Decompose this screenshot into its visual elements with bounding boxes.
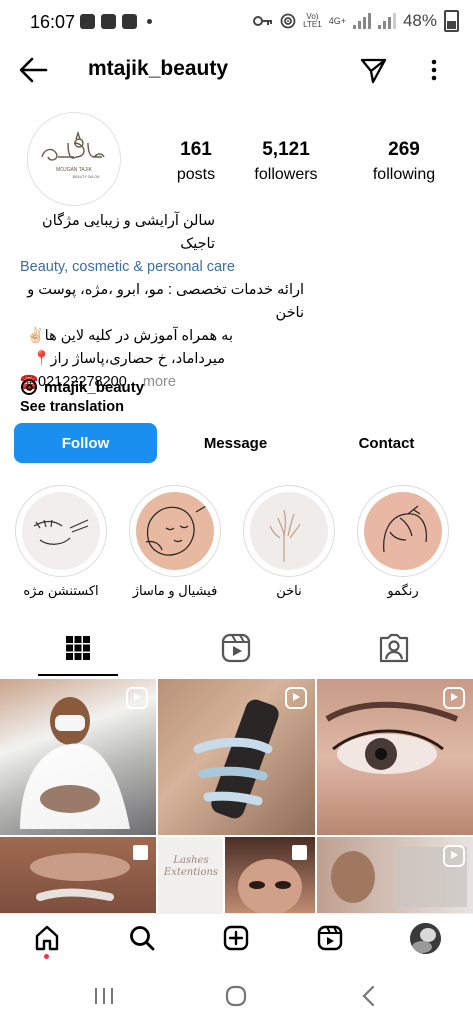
grid-post[interactable] [317, 837, 473, 913]
notification-dot [44, 954, 49, 959]
threads-handle: mtajik_beauty [44, 378, 145, 396]
followers-label: followers [254, 166, 318, 183]
highlight-label: اکستنشن مژه [23, 583, 99, 598]
direct-send-icon[interactable] [359, 56, 387, 84]
more-vertical-icon[interactable] [424, 56, 444, 84]
search-icon[interactable] [128, 924, 156, 952]
following-count: 269 [388, 139, 420, 160]
highlight-eyelash-cover [22, 492, 100, 570]
status-right: Vo) LTE1 4G+ 48% [253, 10, 459, 32]
home-circle-icon[interactable] [225, 985, 247, 1007]
status-bar: 16:07 Vo) LTE1 4G+ 48% [0, 0, 473, 44]
page-title: mtajik_beauty [88, 57, 229, 80]
status-time: 16:07 [30, 12, 76, 32]
bio-line-2: به همراه آموزش در کلیه لاین ها✌🏻 [26, 328, 233, 344]
reel-badge-icon [443, 845, 465, 867]
signal-1-icon [352, 13, 371, 29]
highlight-ring [357, 485, 449, 577]
reel-badge-icon [285, 687, 307, 709]
notification-icons [80, 14, 152, 29]
reels-tab-icon[interactable] [220, 632, 252, 664]
carousel-badge-icon [292, 845, 307, 860]
network-type: 4G+ [328, 16, 346, 26]
grid-post[interactable] [225, 837, 315, 913]
volte-indicator: Vo) LTE1 [303, 12, 322, 29]
salon-logo: MOJGAN TAJIK BEAUTY SALON [41, 130, 105, 179]
gallery-notification-icon [80, 14, 95, 29]
bio-name: سالن آرایشی و زیبایی مژگان تاجیک [42, 213, 215, 252]
home-icon[interactable] [33, 924, 61, 952]
profile-header: mtajik_beauty [0, 46, 473, 94]
bio-category[interactable]: Beauty, cosmetic & personal care [20, 256, 460, 279]
posts-grid: Lashes Extentions [0, 679, 473, 913]
highlight-item[interactable]: رنگمو [355, 485, 451, 599]
key-icon [253, 16, 273, 26]
threads-link[interactable]: mtajik_beauty [20, 378, 144, 396]
followers-count: 5,121 [262, 139, 310, 160]
highlight-ring [15, 485, 107, 577]
photo-notification-icon [101, 14, 116, 29]
grid-post[interactable] [0, 679, 156, 835]
profile-tabs [0, 620, 473, 676]
threads-icon [21, 379, 37, 395]
signal-2-icon [377, 13, 396, 29]
hotspot-icon [280, 13, 296, 29]
grid-post[interactable] [0, 837, 156, 913]
highlight-item[interactable]: ناخن [241, 485, 337, 599]
grid-post[interactable]: Lashes Extentions [158, 837, 223, 913]
svg-text:MOJGAN TAJIK: MOJGAN TAJIK [56, 167, 93, 173]
tagged-icon[interactable] [378, 632, 410, 664]
system-navigation [0, 963, 473, 1024]
back-chevron-icon[interactable] [361, 985, 377, 1007]
recents-icon[interactable] [93, 986, 115, 1006]
highlight-hair-color-cover [364, 492, 442, 570]
grid-icon[interactable] [62, 632, 94, 664]
following-stat[interactable]: 269 following [349, 139, 459, 184]
profile-avatar[interactable] [410, 923, 441, 954]
reel-badge-icon [126, 687, 148, 709]
highlight-ring [129, 485, 221, 577]
more-notifications-icon [147, 19, 152, 24]
highlight-item[interactable]: اکستنشن مژه [13, 485, 109, 599]
message-button[interactable]: Message [163, 423, 308, 463]
post-caption-text: Lashes Extentions [163, 855, 219, 878]
highlight-item[interactable]: فیشیال و ماساژ [127, 485, 223, 599]
highlight-ring [243, 485, 335, 577]
highlight-facial-cover [136, 492, 214, 570]
highlight-label: ناخن [276, 583, 302, 598]
highlight-label: فیشیال و ماساژ [132, 583, 218, 598]
bio-line-1: ارائه خدمات تخصصی : مو، ابرو ،مژه، پوست … [27, 282, 304, 321]
grid-post[interactable] [158, 679, 315, 835]
back-arrow-icon[interactable] [18, 56, 48, 84]
grid-post[interactable] [317, 679, 473, 835]
carousel-badge-icon [133, 845, 148, 860]
following-label: following [372, 166, 436, 183]
svg-text:BEAUTY SALON: BEAUTY SALON [73, 175, 100, 179]
battery-percent: 48% [402, 11, 437, 30]
highlight-nail-cover [250, 492, 328, 570]
reel-badge-icon [443, 687, 465, 709]
followers-stat[interactable]: 5,121 followers [231, 139, 341, 184]
profile-picture[interactable]: MOJGAN TAJIK BEAUTY SALON [27, 112, 121, 206]
reels-icon[interactable] [316, 924, 344, 952]
bio-line-3: میرداماد، خ حصاری،پاساژ راز📍 [32, 351, 226, 367]
linkedin-notification-icon [122, 14, 137, 29]
bottom-navigation [0, 913, 473, 964]
active-tab-indicator [38, 674, 118, 676]
highlight-label: رنگمو [387, 583, 419, 598]
see-translation-link[interactable]: See translation [20, 396, 460, 419]
contact-button[interactable]: Contact [314, 423, 459, 463]
follow-button[interactable]: Follow [14, 423, 157, 463]
battery-icon [444, 10, 459, 32]
create-icon[interactable] [222, 924, 250, 952]
